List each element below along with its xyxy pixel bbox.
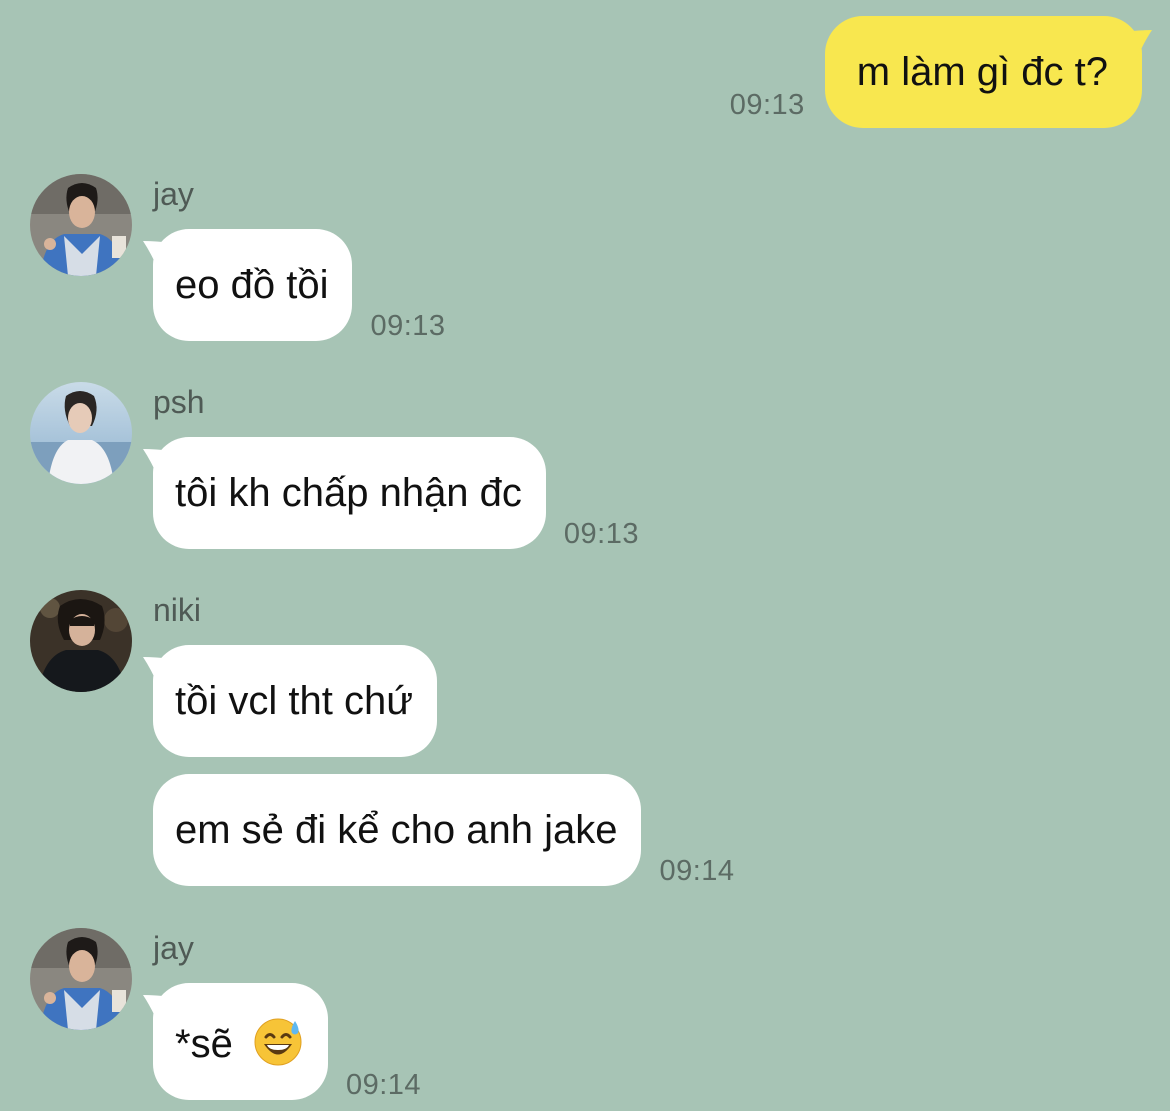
incoming-message-bubble[interactable]: tôi kh chấp nhận đc [143,437,546,549]
sender-name: psh [153,384,205,420]
bubble-tail [1122,30,1152,60]
message-text: eo đồ tồi [175,263,329,307]
avatar-psh[interactable] [30,382,132,484]
message-text: *sẽ [175,1022,233,1066]
sender-name: jay [153,176,194,212]
message-time: 09:14 [659,855,735,887]
chat-thread: 09:13 m làm gì đc t? jay eo đồ tồi 09:13… [0,0,1170,1111]
incoming-message-row: em sẻ đi kể cho anh jake 09:14 [153,774,735,887]
message-time: 09:13 [729,89,805,121]
bubble-tail [143,449,173,479]
message-text: tôi kh chấp nhận đc [175,471,522,515]
message-time: 09:13 [370,310,446,342]
message-text: tồi vcl tht chứ [175,679,413,723]
incoming-message-row: *sẽ 09:14 [143,983,422,1101]
incoming-message-row: eo đồ tồi 09:13 [143,229,446,342]
incoming-message-row: tồi vcl tht chứ [143,645,437,757]
sender-name: jay [153,930,194,966]
outgoing-message-row: 09:13 m làm gì đc t? [729,16,1152,128]
sweat-smile-emoji [254,1018,302,1066]
bubble-tail [143,995,173,1025]
avatar-jay[interactable] [30,928,132,1030]
sender-name: niki [153,592,202,628]
message-time: 09:14 [345,1069,422,1101]
incoming-message-bubble[interactable]: eo đồ tồi [143,229,353,341]
incoming-message-row: tôi kh chấp nhận đc 09:13 [143,437,639,550]
outgoing-message-bubble[interactable]: m làm gì đc t? [824,16,1152,128]
message-time: 09:13 [563,518,639,550]
incoming-message-bubble[interactable]: tồi vcl tht chứ [143,645,437,757]
message-text: m làm gì đc t? [856,50,1108,94]
avatar-niki[interactable] [30,590,132,692]
incoming-message-bubble[interactable]: em sẻ đi kể cho anh jake [153,774,642,886]
avatar-jay[interactable] [30,174,132,276]
message-text: em sẻ đi kể cho anh jake [175,808,618,852]
bubble-tail [143,241,173,271]
incoming-message-bubble[interactable]: *sẽ [143,983,328,1100]
bubble-tail [143,657,173,687]
